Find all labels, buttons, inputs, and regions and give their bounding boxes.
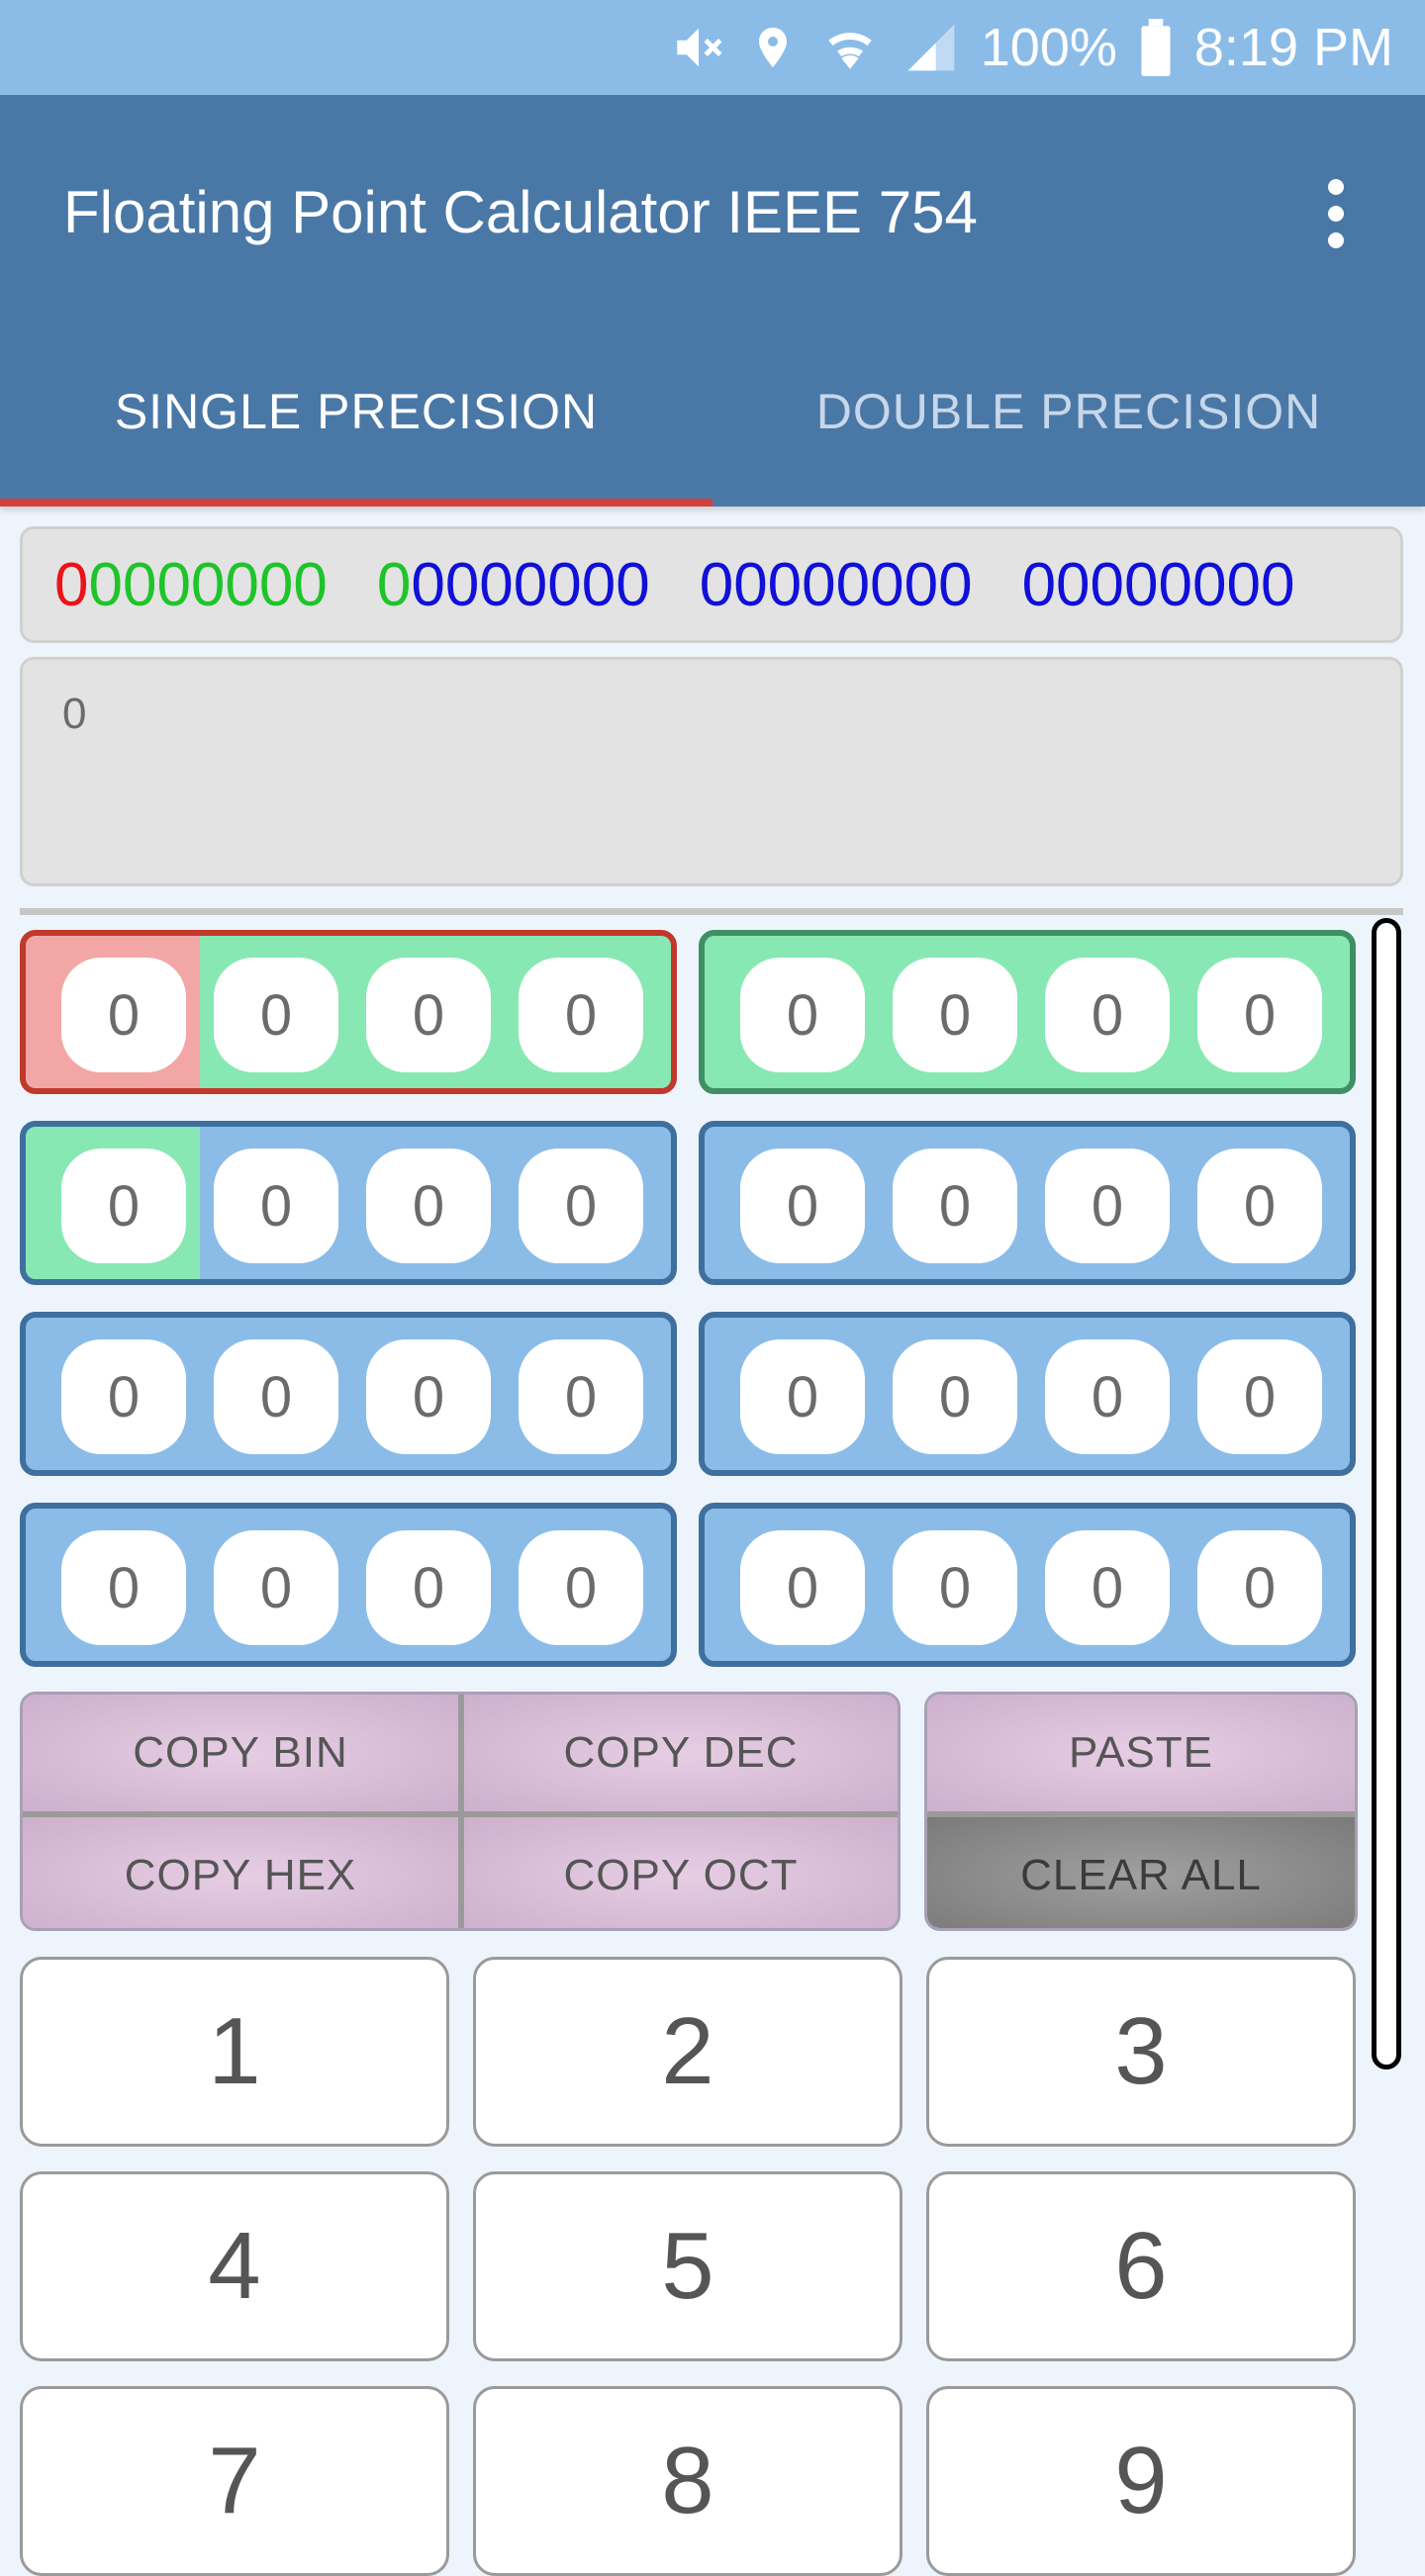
bit-toggle[interactable]: 0 [893,1339,1017,1454]
key-5[interactable]: 5 [473,2171,902,2361]
copy-panel: COPY BIN COPY DEC COPY HEX COPY OCT [20,1692,901,1931]
precision-tabs: SINGLE PRECISION DOUBLE PRECISION [0,317,1425,506]
mantissa-bits: 0000000 [411,550,650,619]
bit-toggle[interactable]: 0 [519,958,643,1072]
paste-button[interactable]: PASTE [927,1695,1355,1811]
paste-clear-panel: PASTE CLEAR ALL [924,1692,1358,1931]
bit-toggle[interactable]: 0 [1045,1339,1170,1454]
bit-toggle[interactable]: 0 [519,1339,643,1454]
clock: 8:19 PM [1193,18,1393,77]
divider [20,908,1403,915]
bit-toggle[interactable]: 0 [519,1149,643,1263]
bit-toggle[interactable]: 0 [214,1149,338,1263]
tab-single-precision[interactable]: SINGLE PRECISION [0,317,712,506]
bit-group: 0000 [20,1121,677,1285]
location-icon [749,19,797,76]
bit-toggle[interactable]: 0 [1045,1530,1170,1645]
battery-percent: 100% [980,18,1117,77]
key-2[interactable]: 2 [473,1957,902,2147]
divider [23,1811,898,1817]
bit-group: 0000 [699,1121,1356,1285]
key-6[interactable]: 6 [926,2171,1356,2361]
bit-toggle[interactable]: 0 [893,958,1017,1072]
bit-group: 0000 [20,1312,677,1476]
bit-toggle[interactable]: 0 [740,1149,865,1263]
key-9[interactable]: 9 [926,2386,1356,2576]
copy-dec-button[interactable]: COPY DEC [464,1695,898,1811]
binary-byte-1: 00000000 [54,550,328,620]
exponent-bit: 0 [376,550,412,619]
bit-toggle[interactable]: 0 [1197,1149,1322,1263]
bit-toggle[interactable]: 0 [61,1530,186,1645]
bit-toggle[interactable]: 0 [214,1339,338,1454]
bit-group: 0000 [699,1503,1356,1667]
bit-toggle[interactable]: 0 [61,1339,186,1454]
binary-byte-2: 00000000 [377,550,650,620]
binary-display: 00000000 00000000 00000000 00000000 [20,526,1403,643]
bit-toggle[interactable]: 0 [1197,958,1322,1072]
scrollbar[interactable] [1372,918,1401,2070]
bit-group: 0000 [699,930,1356,1094]
bit-toggle[interactable]: 0 [366,1149,491,1263]
copy-bin-button[interactable]: COPY BIN [23,1695,458,1811]
binary-byte-4: 00000000 [1022,550,1295,620]
mantissa-bits: 00000000 [699,550,973,619]
key-7[interactable]: 7 [20,2386,449,2576]
bit-toggle[interactable]: 0 [740,958,865,1072]
bit-toggle[interactable]: 0 [1197,1339,1322,1454]
clear-all-button[interactable]: CLEAR ALL [927,1817,1355,1928]
binary-byte-3: 00000000 [700,550,973,620]
bit-toggle[interactable]: 0 [893,1149,1017,1263]
bit-toggle[interactable]: 0 [1197,1530,1322,1645]
bit-toggle[interactable]: 0 [366,1530,491,1645]
bit-toggle[interactable]: 0 [893,1530,1017,1645]
bit-group: 0000 [699,1312,1356,1476]
key-4[interactable]: 4 [20,2171,449,2361]
bit-toggle[interactable]: 0 [366,958,491,1072]
key-3[interactable]: 3 [926,1957,1356,2147]
decimal-field[interactable]: 0 [20,657,1403,886]
app-title: Floating Point Calculator IEEE 754 [63,179,978,245]
bit-toggle[interactable]: 0 [1045,958,1170,1072]
bit-toggle[interactable]: 0 [519,1530,643,1645]
sign-bit: 0 [54,550,89,619]
key-8[interactable]: 8 [473,2386,902,2576]
signal-icon [903,20,959,75]
copy-oct-button[interactable]: COPY OCT [464,1817,898,1928]
bit-toggle[interactable]: 0 [1045,1149,1170,1263]
mute-icon [670,19,727,76]
bit-toggle[interactable]: 0 [366,1339,491,1454]
status-bar: 100% 8:19 PM [0,0,1425,95]
bit-toggle[interactable]: 0 [214,958,338,1072]
copy-hex-button[interactable]: COPY HEX [23,1817,458,1928]
tab-double-precision[interactable]: DOUBLE PRECISION [712,317,1425,506]
exponent-bits: 0000000 [88,550,328,619]
bit-group: 0000 [20,1503,677,1667]
decimal-value: 0 [62,690,87,738]
wifi-icon [818,19,882,76]
bit-toggle[interactable]: 0 [214,1530,338,1645]
app-bar: Floating Point Calculator IEEE 754 [0,95,1425,317]
bit-group: 0000 [20,930,677,1094]
bit-toggle[interactable]: 0 [61,1149,186,1263]
battery-icon [1139,19,1173,76]
overflow-menu-icon[interactable] [1316,164,1356,263]
key-1[interactable]: 1 [20,1957,449,2147]
mantissa-bits: 00000000 [1021,550,1295,619]
bit-toggle[interactable]: 0 [740,1339,865,1454]
bit-toggle[interactable]: 0 [740,1530,865,1645]
bit-toggle[interactable]: 0 [61,958,186,1072]
